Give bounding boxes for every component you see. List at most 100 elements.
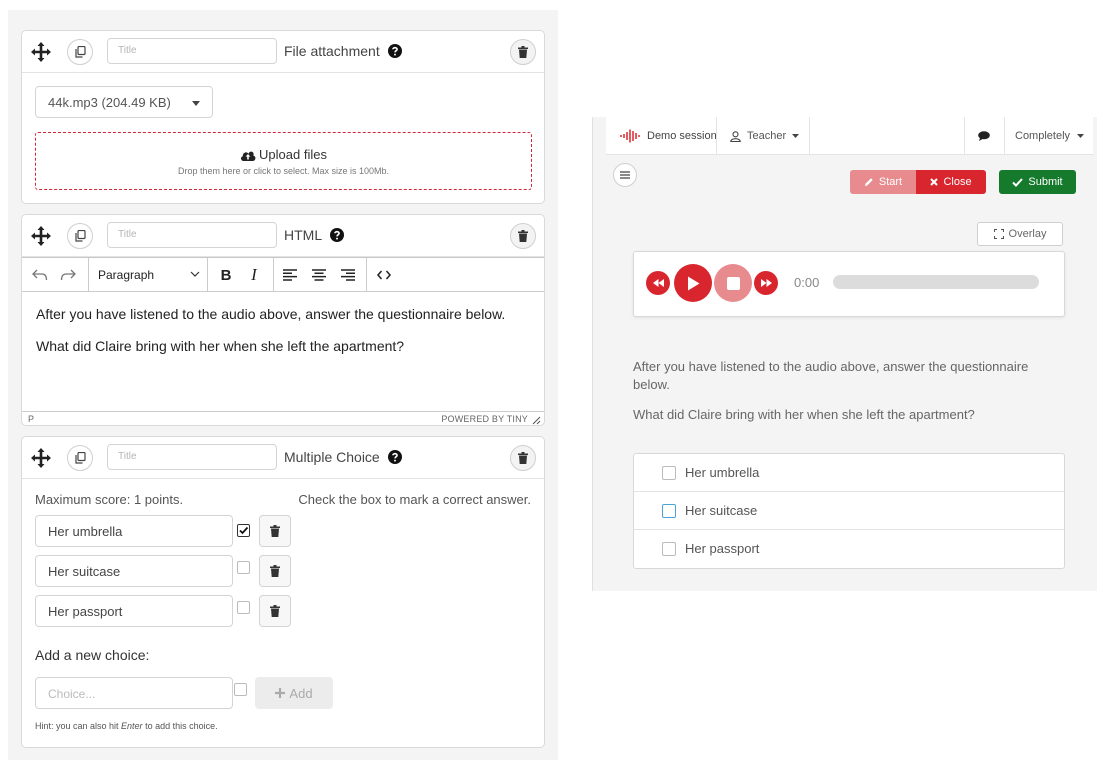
editor-paragraph: What did Claire bring with her when she … [36,338,405,354]
session-name: Demo session [647,130,717,142]
checkmark-icon [239,526,249,535]
answer-option[interactable]: Her passport [634,530,1064,568]
stop-button[interactable] [714,264,752,302]
play-button[interactable] [674,264,712,302]
editor-paragraph: After you have listened to the audio abo… [36,306,506,322]
chevron-down-icon [192,101,200,106]
add-choice-button[interactable]: Add [255,677,333,709]
choice-input[interactable]: Her suitcase [35,555,233,587]
move-icon[interactable] [30,225,52,247]
fast-forward-icon [760,279,772,287]
upload-hint: Drop them here or click to select. Max s… [177,166,390,176]
progress-bar[interactable] [833,275,1039,289]
help-icon[interactable] [387,44,402,58]
skip-back-button[interactable] [646,271,670,295]
role-dropdown[interactable]: Teacher [730,117,800,155]
submit-button[interactable]: Submit [999,170,1076,194]
copy-icon [74,452,86,464]
playback-time: 0:00 [794,275,820,290]
max-score-label: Maximum score: 1 points. [35,492,184,507]
resize-handle-icon[interactable] [532,416,541,425]
file-select[interactable]: 44k.mp3 (204.49 KB) [35,86,213,118]
undo-button[interactable] [30,265,50,285]
title-input[interactable]: Title [107,222,277,248]
new-choice-checkbox[interactable] [234,683,247,696]
question-text: What did Claire bring with her when she … [633,407,975,422]
block-format-select[interactable]: Paragraph [98,268,154,282]
mode-dropdown[interactable]: Completely [1015,117,1085,155]
italic-icon[interactable]: I [246,265,262,285]
trash-icon [270,605,280,617]
correct-checkbox[interactable] [237,561,250,574]
align-right-icon[interactable] [340,265,356,285]
copy-icon [74,230,86,242]
redo-button[interactable] [58,265,78,285]
card-type: File attachment [284,43,402,59]
duplicate-button[interactable] [67,223,93,249]
align-center-icon[interactable] [311,265,327,285]
hint-key: Enter [121,721,143,731]
html-card: Title HTML Paragraph B I After you have … [21,214,545,426]
chat-button[interactable] [978,117,990,155]
answer-list: Her umbrella Her suitcase Her passport [633,453,1065,569]
bold-icon[interactable]: B [218,265,234,285]
move-icon[interactable] [30,41,52,63]
answer-option[interactable]: Her suitcase [634,492,1064,530]
skip-forward-button[interactable] [754,271,778,295]
duplicate-button[interactable] [67,39,93,65]
answer-checkbox[interactable] [662,504,676,518]
answer-option[interactable]: Her umbrella [634,454,1064,492]
role-label: Teacher [747,130,787,142]
nav-divider [716,117,717,155]
duplicate-button[interactable] [67,445,93,471]
upload-dropzone[interactable]: Upload files Drop them here or click to … [35,132,532,190]
move-icon[interactable] [30,447,52,469]
start-button[interactable]: Start [850,170,916,194]
upload-title-text: Upload files [259,147,327,162]
check-icon [1012,177,1024,187]
new-choice-input[interactable]: Choice... [35,677,233,709]
check-hint-label: Check the box to mark a correct answer. [298,492,531,507]
new-choice-placeholder: Choice... [48,687,96,701]
chevron-down-icon [792,133,800,138]
overlay-button[interactable]: Overlay [977,222,1063,246]
card-type-label: Multiple Choice [284,449,380,465]
correct-checkbox[interactable] [237,524,250,537]
editor-content[interactable]: After you have listened to the audio abo… [22,292,544,411]
top-navbar: Demo session Teacher Completely [606,117,1093,155]
answer-checkbox[interactable] [662,466,676,480]
source-code-icon[interactable] [374,265,394,285]
delete-choice-button[interactable] [259,595,291,627]
choice-input[interactable]: Her passport [35,595,233,627]
hint-prefix: Hint: you can also hit [35,721,122,731]
stop-icon [726,276,740,290]
delete-choice-button[interactable] [259,515,291,547]
powered-by-label[interactable]: POWERED BY TINY [441,414,528,424]
card-type-label: HTML [284,227,323,243]
trash-icon [518,46,528,58]
correct-checkbox[interactable] [237,601,250,614]
editor-toolbar: Paragraph B I [22,258,544,292]
title-input[interactable]: Title [107,38,277,64]
align-left-icon[interactable] [282,265,298,285]
card-type: Multiple Choice [284,449,402,465]
delete-choice-button[interactable] [259,555,291,587]
soundwave-icon [620,129,640,143]
answer-checkbox[interactable] [662,542,676,556]
rewind-icon [652,279,664,287]
delete-card-button[interactable] [510,445,536,471]
help-icon[interactable] [387,450,402,464]
outline-toggle-button[interactable] [613,163,637,187]
choice-input[interactable]: Her umbrella [35,515,233,547]
redo-icon [60,269,76,281]
card-header: Title File attachment [22,31,544,73]
delete-card-button[interactable] [510,39,536,65]
help-icon[interactable] [330,228,345,242]
delete-card-button[interactable] [510,223,536,249]
start-label: Start [878,176,903,188]
close-button[interactable]: Close [916,170,986,194]
submit-label: Submit [1028,176,1063,188]
title-input[interactable]: Title [107,444,277,470]
session-menu[interactable]: Demo session [620,117,717,155]
hint-suffix: to add this choice. [142,721,218,731]
